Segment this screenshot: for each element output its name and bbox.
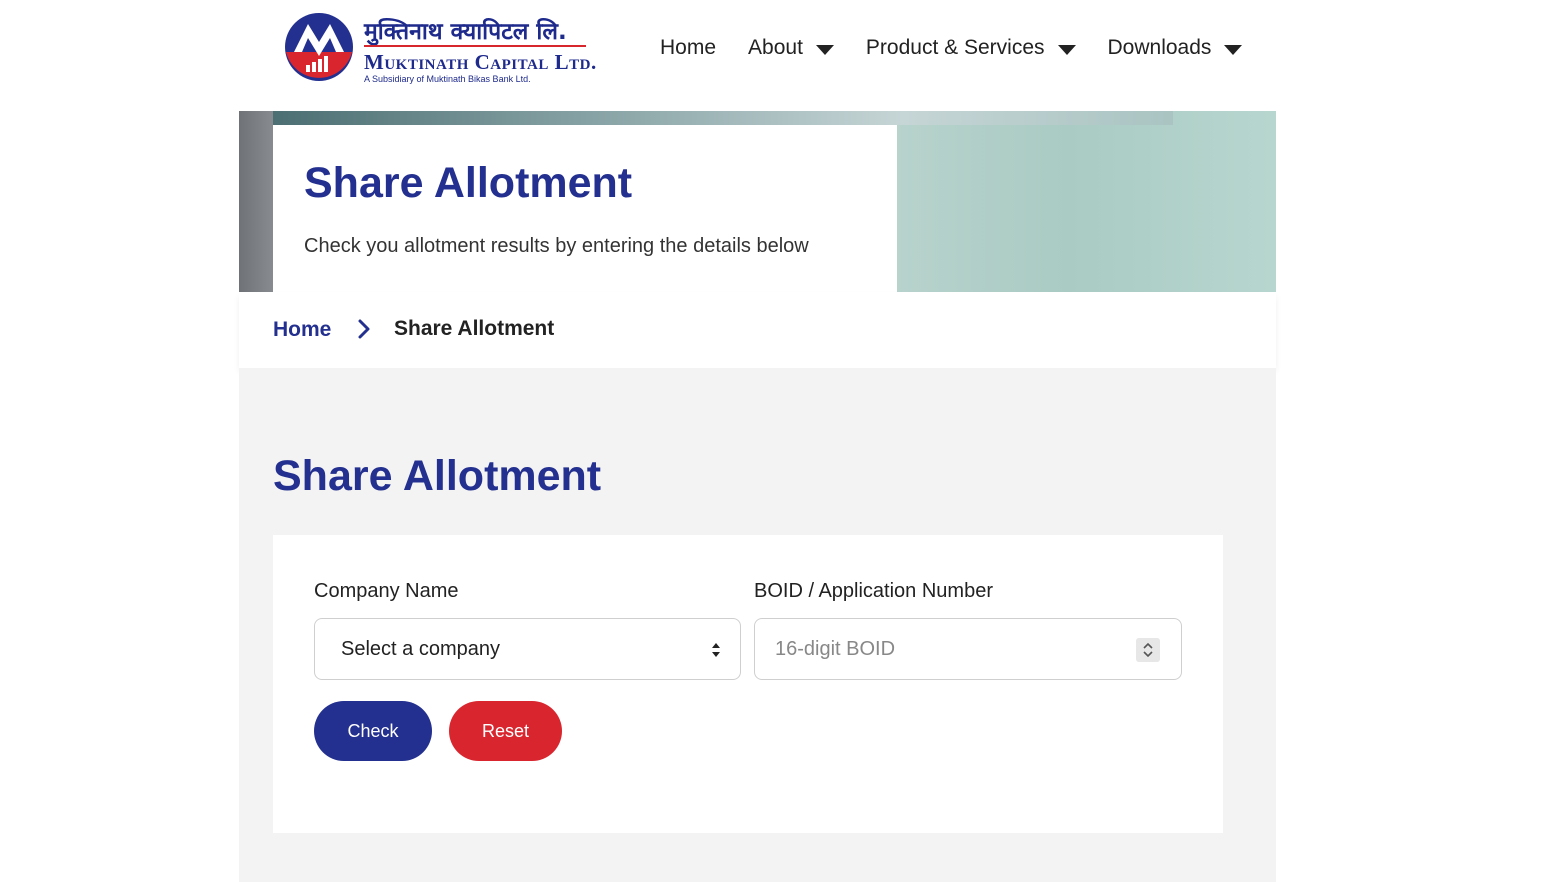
logo-nepali-name: मुक्तिनाथ क्यापिटल लि.	[364, 19, 567, 45]
nav-item-product-services[interactable]: Product & Services	[866, 36, 1076, 60]
caret-down-icon	[1057, 44, 1076, 55]
breadcrumb: Home Share Allotment	[239, 292, 1276, 368]
page-title: Share Allotment	[273, 452, 602, 500]
hero-banner: Share Allotment Check you allotment resu…	[239, 111, 1276, 292]
logo[interactable]: मुक्तिनाथ क्यापिटल लि. Muktinath Capital…	[284, 12, 597, 90]
reset-button[interactable]: Reset	[449, 701, 562, 761]
nav-item-home[interactable]: Home	[660, 36, 716, 60]
boid-input[interactable]	[775, 633, 1115, 665]
company-name-label: Company Name	[314, 580, 459, 602]
site-header: मुक्तिनाथ क्यापिटल लि. Muktinath Capital…	[0, 0, 1568, 110]
caret-down-icon	[1224, 44, 1243, 55]
logo-divider	[364, 45, 586, 47]
main-content: Share Allotment Company Name BOID / Appl…	[239, 368, 1276, 882]
boid-field[interactable]	[754, 618, 1182, 680]
hero-background-strip	[273, 111, 1173, 125]
nav-item-label: Downloads	[1107, 36, 1212, 59]
logo-tagline: A Subsidiary of Muktinath Bikas Bank Ltd…	[364, 74, 531, 84]
caret-down-icon	[815, 44, 834, 55]
hero-title: Share Allotment	[304, 159, 633, 207]
nav-item-label: About	[748, 36, 803, 59]
allotment-form: Company Name BOID / Application Number S…	[273, 535, 1223, 833]
company-select-value: Select a company	[341, 638, 500, 660]
nav-item-label: Home	[660, 36, 717, 59]
main-nav: Home About Product & Services Downloads	[660, 34, 1274, 62]
nav-item-downloads[interactable]: Downloads	[1108, 36, 1243, 60]
boid-label: BOID / Application Number	[754, 580, 993, 602]
check-button[interactable]: Check	[314, 701, 432, 761]
select-arrows-icon	[712, 643, 720, 657]
company-select[interactable]: Select a company	[314, 618, 741, 680]
logo-mark-icon	[285, 13, 353, 81]
spinner-icon[interactable]	[1136, 638, 1160, 662]
logo-english-name: Muktinath Capital Ltd.	[364, 50, 597, 74]
breadcrumb-current: Share Allotment	[394, 317, 555, 340]
chevron-right-icon	[358, 319, 370, 339]
breadcrumb-home-link[interactable]: Home	[273, 318, 331, 342]
hero-card: Share Allotment Check you allotment resu…	[273, 125, 897, 292]
hero-subtitle: Check you allotment results by entering …	[304, 235, 809, 257]
nav-item-label: Product & Services	[865, 36, 1045, 59]
nav-item-about[interactable]: About	[748, 36, 834, 60]
